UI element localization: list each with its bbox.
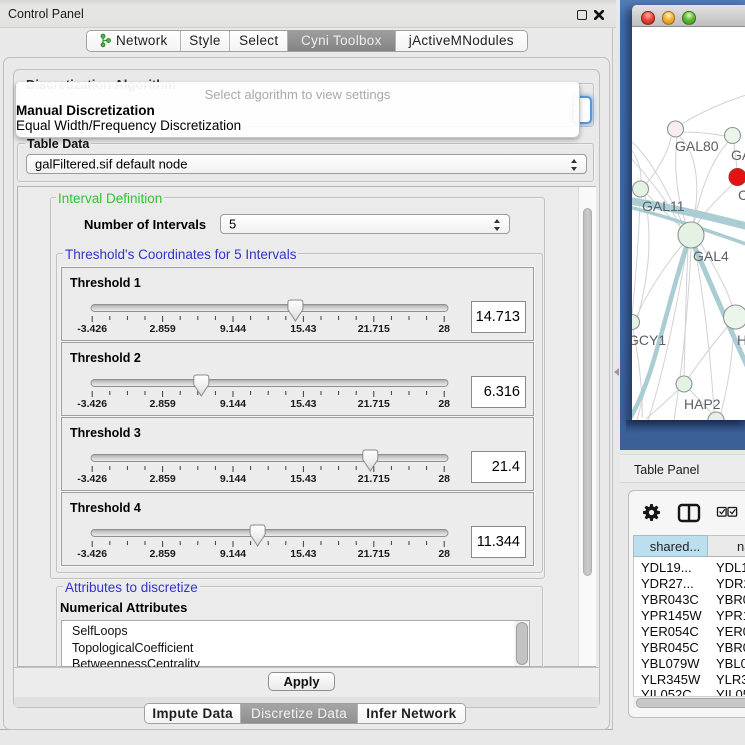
svg-text:GA: GA <box>731 147 745 163</box>
svg-text:9.144: 9.144 <box>220 548 246 560</box>
svg-text:15.43: 15.43 <box>290 548 316 560</box>
svg-text:21.715: 21.715 <box>358 548 390 560</box>
svg-text:GAL11: GAL11 <box>642 198 685 214</box>
svg-text:21.715: 21.715 <box>358 398 390 410</box>
svg-text:9.144: 9.144 <box>220 323 246 335</box>
svg-text:15.43: 15.43 <box>290 323 316 335</box>
svg-text:GAL4: GAL4 <box>693 248 729 264</box>
svg-text:HI: HI <box>737 332 745 348</box>
svg-text:28: 28 <box>438 323 450 335</box>
svg-text:GCY1: GCY1 <box>632 332 666 348</box>
svg-text:28: 28 <box>438 473 450 485</box>
svg-text:-3.426: -3.426 <box>77 398 107 410</box>
svg-text:-3.426: -3.426 <box>77 473 107 485</box>
svg-text:-3.426: -3.426 <box>77 323 107 335</box>
svg-text:9.144: 9.144 <box>220 473 246 485</box>
svg-text:HAP2: HAP2 <box>684 396 721 412</box>
svg-text:2.859: 2.859 <box>149 473 175 485</box>
svg-text:21.715: 21.715 <box>358 473 390 485</box>
svg-text:9.144: 9.144 <box>220 398 246 410</box>
svg-text:28: 28 <box>438 548 450 560</box>
svg-text:-3.426: -3.426 <box>77 548 107 560</box>
svg-text:28: 28 <box>438 398 450 410</box>
svg-text:CD: CD <box>738 187 745 203</box>
svg-text:2.859: 2.859 <box>149 398 175 410</box>
svg-text:15.43: 15.43 <box>290 473 316 485</box>
svg-text:21.715: 21.715 <box>358 323 390 335</box>
svg-text:GAL80: GAL80 <box>675 138 719 154</box>
svg-text:2.859: 2.859 <box>149 548 175 560</box>
svg-text:2.859: 2.859 <box>149 323 175 335</box>
svg-text:15.43: 15.43 <box>290 398 316 410</box>
